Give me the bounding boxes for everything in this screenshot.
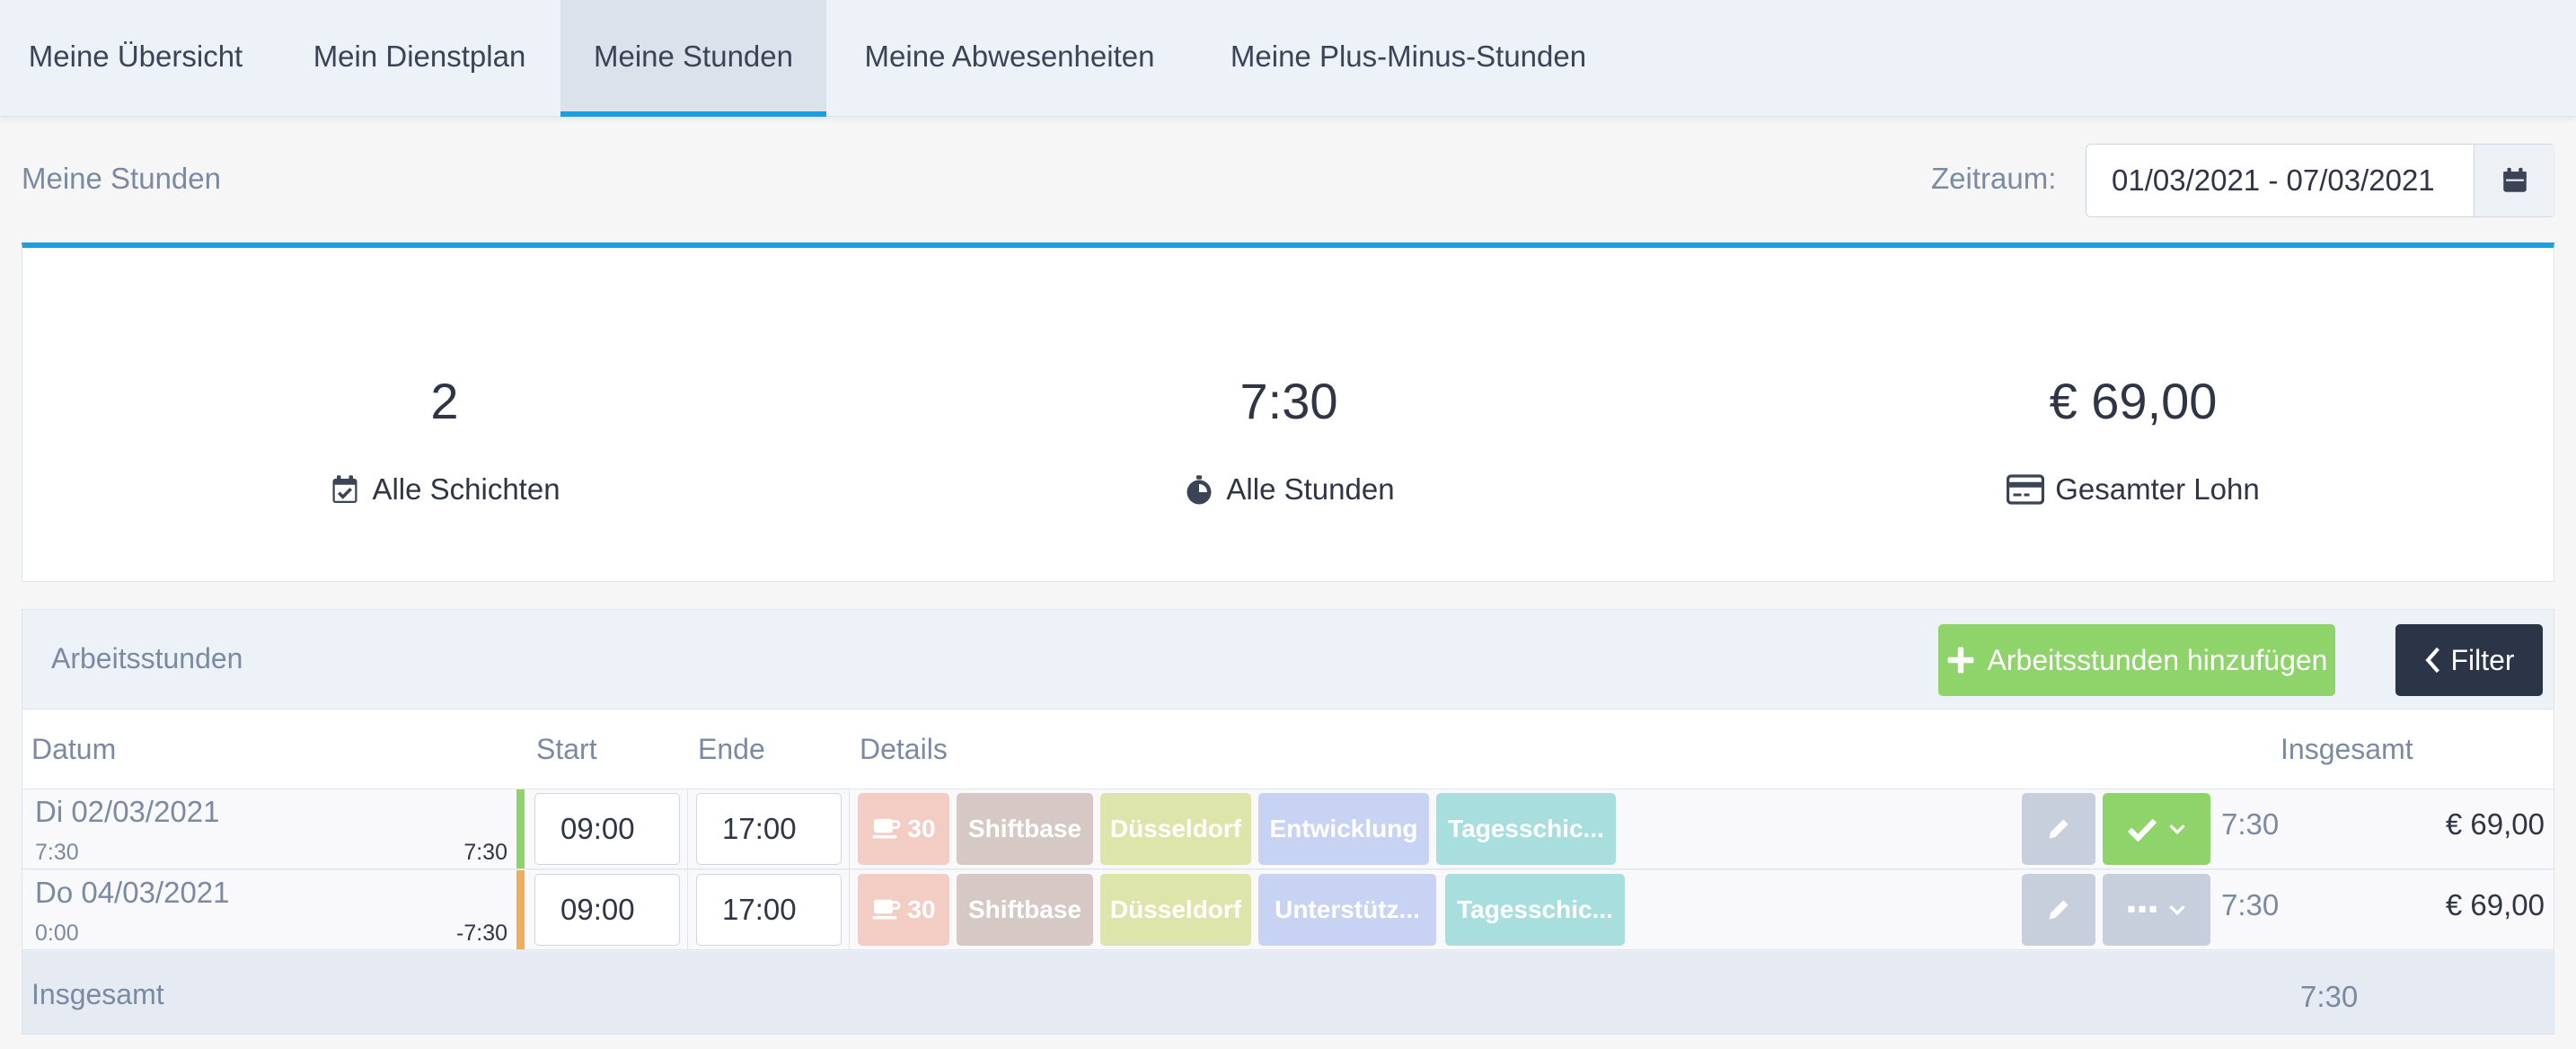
end-time-input[interactable]: 17:00 <box>696 793 842 865</box>
col-start: Start <box>536 733 597 765</box>
plus-icon <box>1947 647 1973 674</box>
column-divider <box>849 870 850 949</box>
break-tag[interactable]: 30 <box>858 874 949 946</box>
department-tag[interactable]: Entwicklung <box>1258 793 1429 865</box>
coffee-icon <box>873 818 901 839</box>
stat-shifts-value: 2 <box>430 373 459 429</box>
stopwatch-icon <box>1187 475 1212 505</box>
add-hours-button[interactable]: Arbeitsstunden hinzufügen <box>1938 624 2335 696</box>
more-dots-icon <box>2128 905 2157 912</box>
row-total: 7:30 <box>2221 807 2280 841</box>
stat-shifts-label: Alle Schichten <box>22 472 867 507</box>
row-wage: € 69,00 <box>2445 807 2545 841</box>
column-divider <box>849 789 850 868</box>
break-minutes: 30 <box>907 815 936 842</box>
stat-hours-text: Alle Stunden <box>1226 472 1395 506</box>
edit-button[interactable] <box>2022 874 2095 946</box>
row-status-bar <box>516 870 525 949</box>
chevron-left-icon <box>2425 647 2440 674</box>
row-planned: 7:30 <box>35 840 79 865</box>
date-range-input[interactable]: 01/03/2021 - 07/03/2021 <box>2086 145 2475 216</box>
approve-status-button[interactable] <box>2103 793 2210 865</box>
top-nav: Meine Übersicht Mein Dienstplan Meine St… <box>0 0 2576 117</box>
column-divider <box>687 870 688 949</box>
chevron-down-icon <box>2169 905 2185 916</box>
date-range-picker: 01/03/2021 - 07/03/2021 <box>2086 144 2555 217</box>
calendar-icon <box>2503 167 2527 192</box>
stat-wage-value: € 69,00 <box>2049 373 2218 429</box>
hours-panel: Arbeitsstunden Arbeitsstunden hinzufügen… <box>22 609 2554 1035</box>
department-tag[interactable]: Unterstütz... <box>1258 874 1436 946</box>
edit-button[interactable] <box>2022 793 2095 865</box>
row-diff: 7:30 <box>463 840 507 865</box>
col-details: Details <box>860 733 948 765</box>
stat-shifts-text: Alle Schichten <box>372 472 560 506</box>
tab-meine-abwesenheiten[interactable]: Meine Abwesenheiten <box>830 0 1189 117</box>
end-time-input[interactable]: 17:00 <box>696 874 842 946</box>
hours-panel-title: Arbeitsstunden <box>51 642 243 674</box>
break-tag[interactable]: 30 <box>858 793 949 865</box>
range-label: Zeitraum: <box>1931 162 2057 195</box>
table-footer: Insgesamt 7:30 <box>22 951 2554 1034</box>
stat-wage-label: Gesamter Lohn <box>1711 472 2555 507</box>
row-diff: -7:30 <box>456 921 507 946</box>
tab-mein-dienstplan[interactable]: Mein Dienstplan <box>282 0 557 117</box>
filter-label: Filter <box>2450 643 2515 676</box>
table-header: Datum Start Ende Details Insgesamt <box>22 709 2554 789</box>
col-date: Datum <box>31 733 117 765</box>
location-tag[interactable]: Düsseldorf <box>1100 793 1251 865</box>
column-divider <box>687 789 688 868</box>
shift-tag[interactable]: Tagesschic... <box>1436 793 1616 865</box>
location-tag[interactable]: Düsseldorf <box>1100 874 1251 946</box>
check-icon <box>2127 818 2157 842</box>
pending-status-button[interactable] <box>2103 874 2210 946</box>
break-minutes: 30 <box>907 895 936 923</box>
tab-meine-stunden[interactable]: Meine Stunden <box>560 0 826 117</box>
col-end: Ende <box>698 733 765 765</box>
credit-card-icon <box>2007 474 2045 505</box>
row-status-bar <box>516 789 525 868</box>
tab-meine-plus-minus-stunden[interactable]: Meine Plus-Minus-Stunden <box>1196 0 1620 117</box>
start-time-input[interactable]: 09:00 <box>534 874 680 946</box>
col-total: Insgesamt <box>2280 733 2413 765</box>
row-date: Do 04/03/2021 <box>35 876 230 909</box>
calendar-check-icon <box>332 475 357 503</box>
page-title: Meine Stunden <box>22 162 221 195</box>
row-wage: € 69,00 <box>2445 888 2545 921</box>
company-tag[interactable]: Shiftbase <box>957 793 1093 865</box>
pencil-icon <box>2049 819 2069 839</box>
tab-meine-uebersicht[interactable]: Meine Übersicht <box>0 0 271 117</box>
filter-button[interactable]: Filter <box>2395 624 2543 696</box>
add-hours-label: Arbeitsstunden hinzufügen <box>1987 643 2328 676</box>
footer-total: 7:30 <box>2300 980 2359 1013</box>
footer-label: Insgesamt <box>31 978 164 1010</box>
stat-hours-label: Alle Stunden <box>867 472 1711 507</box>
table-row: Do 04/03/2021 0:00 -7:30 09:00 17:00 30 … <box>22 870 2554 950</box>
start-time-input[interactable]: 09:00 <box>534 793 680 865</box>
pencil-icon <box>2049 900 2069 920</box>
calendar-button[interactable] <box>2475 145 2555 216</box>
stat-hours-value: 7:30 <box>1239 373 1338 429</box>
chevron-down-icon <box>2169 824 2185 835</box>
shift-tag[interactable]: Tagesschic... <box>1445 874 1625 946</box>
row-date: Di 02/03/2021 <box>35 795 220 828</box>
table-row: Di 02/03/2021 7:30 7:30 09:00 17:00 30 S… <box>22 789 2554 869</box>
stats-card: 2 Alle Schichten 7:30 Alle Stunden € 69,… <box>22 242 2554 582</box>
row-total: 7:30 <box>2221 888 2280 921</box>
stat-wage-text: Gesamter Lohn <box>2055 472 2260 506</box>
row-planned: 0:00 <box>35 921 79 946</box>
coffee-icon <box>873 899 901 920</box>
company-tag[interactable]: Shiftbase <box>957 874 1093 946</box>
